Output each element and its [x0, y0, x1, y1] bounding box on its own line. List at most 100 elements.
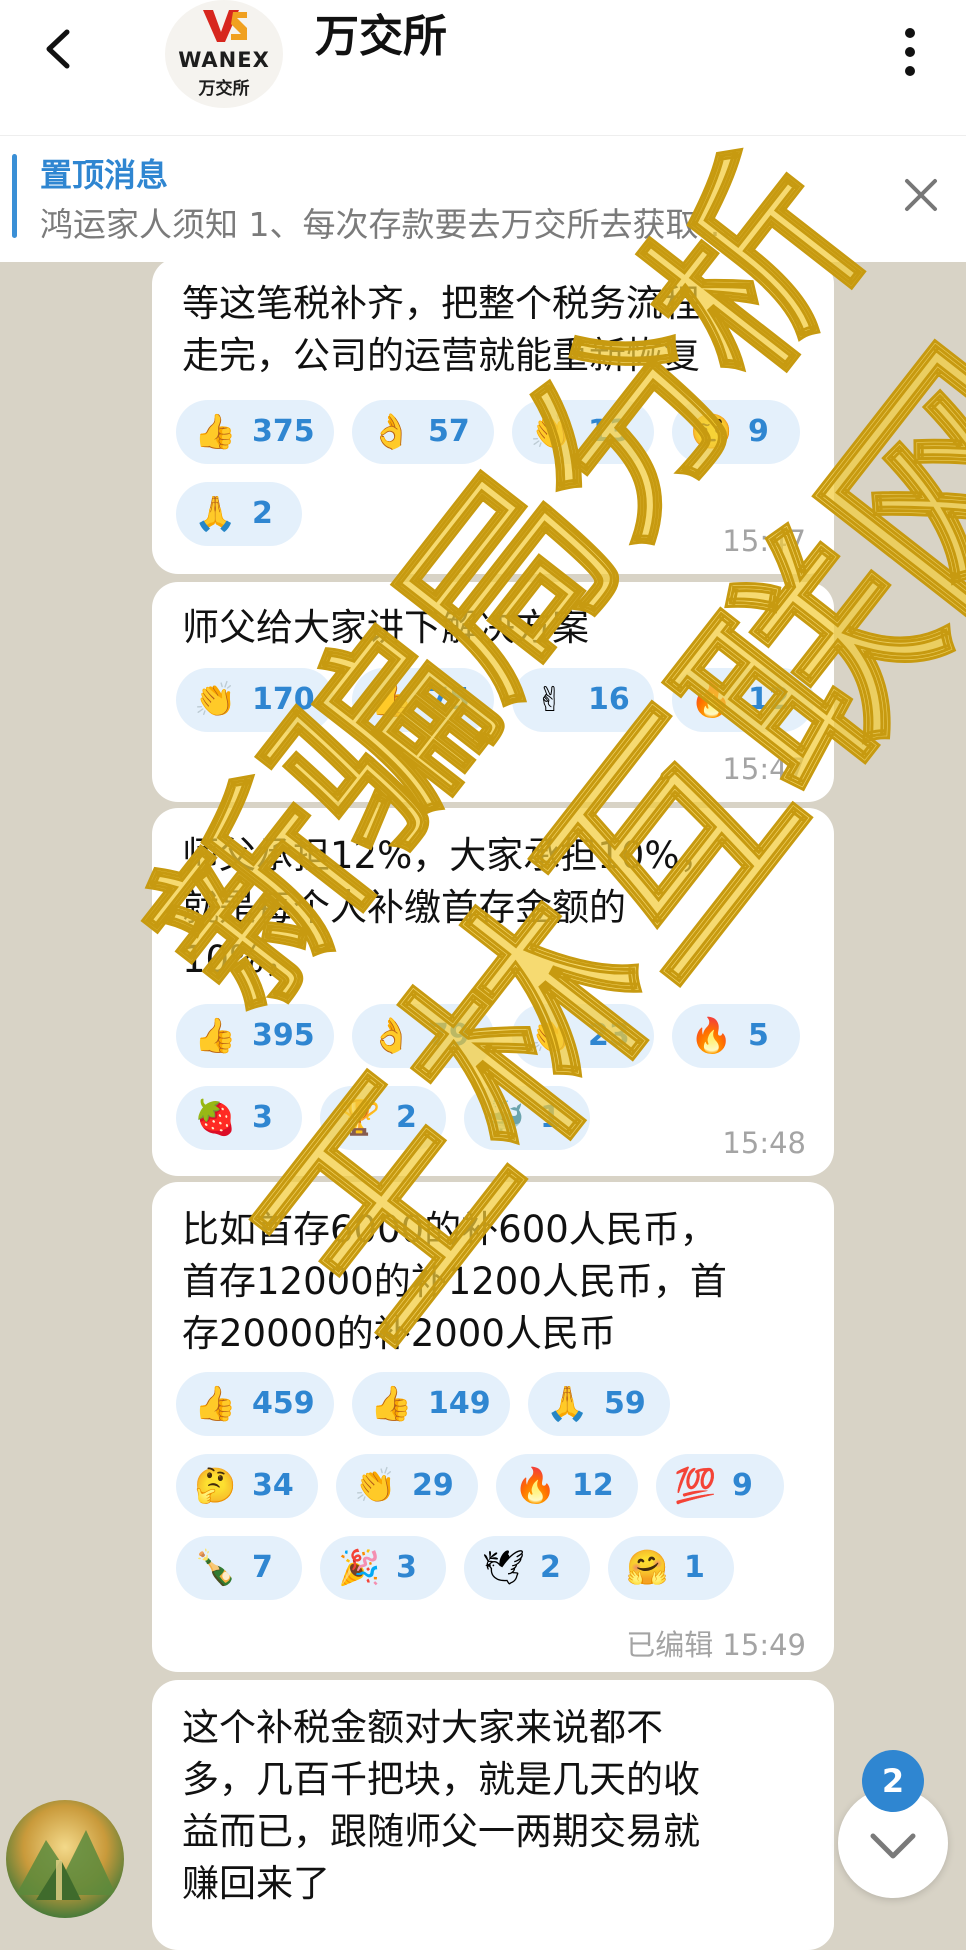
reaction-count: 9 [732, 1468, 753, 1503]
reaction-chip[interactable]: 👏 170 [176, 668, 334, 732]
reaction-count: 34 [252, 1468, 294, 1503]
fire-icon: 🔥 [690, 680, 733, 720]
message-time: 15:48 [722, 1126, 806, 1160]
message-time: 15:47 [722, 752, 806, 786]
message-bubble[interactable]: 等这笔税补齐，把整个税务流程 走完，公司的运营就能重新恢复 👍 375 👌 57… [152, 258, 834, 574]
reaction-count: 149 [428, 1386, 491, 1421]
message-text: 师父承担12%，大家承担10%， 就是每个人补缴首存金额的 10%， [182, 830, 822, 986]
reaction-count: 395 [252, 1018, 315, 1053]
reaction-count: 3 [396, 1550, 417, 1585]
thinking-face-icon: 🤔 [194, 1466, 237, 1506]
reaction-count: 9 [748, 414, 769, 449]
reaction-chip[interactable]: 👌 79 [352, 1004, 494, 1068]
landscape-avatar-icon [16, 1830, 116, 1900]
reaction-count: 57 [428, 414, 470, 449]
reaction-chip[interactable]: 🔥 5 [672, 1004, 800, 1068]
thumbs-up-icon: 👍 [194, 412, 237, 452]
reaction-count: 79 [428, 1018, 470, 1053]
unread-count-badge: 2 [862, 1750, 924, 1812]
more-menu-icon[interactable] [895, 25, 925, 80]
raised-eyebrow-icon: 🤨 [690, 412, 733, 452]
reaction-chip[interactable]: 👏 23 [512, 1004, 654, 1068]
message-line: 师父承担12%，大家承担10%， [182, 834, 717, 877]
reaction-chip[interactable]: 🤗 1 [608, 1536, 734, 1600]
fire-icon: 🔥 [514, 1466, 557, 1506]
reaction-chip[interactable]: 👏 13 [512, 400, 654, 464]
message-line: 多，几百千把块，就是几天的收 [182, 1758, 700, 1801]
reaction-chip[interactable]: 👍 375 [176, 400, 334, 464]
reaction-count: 3 [252, 1100, 273, 1135]
chat-title[interactable]: 万交所 [315, 0, 447, 64]
reaction-chip[interactable]: 🔥 12 [672, 668, 814, 732]
reaction-chip[interactable]: 🙏 59 [528, 1372, 670, 1436]
message-text: 师父给大家讲下解决方案 [182, 602, 822, 654]
logo-brand-cn-text: 万交所 [198, 79, 250, 99]
reaction-count: 2 [540, 1550, 561, 1585]
reaction-chip[interactable]: 🔥 12 [496, 1454, 638, 1518]
thumbs-up-icon: 👍 [370, 680, 413, 720]
reaction-chip[interactable]: 🤨 9 [672, 400, 800, 464]
clapping-hands-icon: 👏 [194, 680, 237, 720]
reaction-count: 13 [588, 414, 630, 449]
reaction-chip[interactable]: 👍 149 [352, 1372, 510, 1436]
logo-brand-text: WANEX [178, 48, 270, 72]
message-line: 走完，公司的运营就能重新恢复 [182, 334, 700, 377]
message-line: 师父给大家讲下解决方案 [182, 606, 589, 649]
reaction-chip[interactable]: 🍾 7 [176, 1536, 302, 1600]
clapping-hands-icon: 👏 [530, 1016, 573, 1056]
close-icon[interactable] [903, 177, 939, 213]
message-bubble[interactable]: 师父给大家讲下解决方案 👏 170 👍 75 ✌ 16 🔥 12 15:47 [152, 582, 834, 802]
pinned-text: 鸿运家人须知 1、每次存款要去万交所去获取… [40, 205, 732, 244]
back-arrow-icon[interactable] [35, 24, 85, 74]
reaction-chip[interactable]: 👏 29 [336, 1454, 478, 1518]
reaction-chip[interactable]: 🐳 1 [464, 1086, 590, 1150]
trophy-icon: 🏆 [338, 1098, 381, 1138]
ok-hand-icon: 👌 [370, 412, 413, 452]
reaction-chip[interactable]: 👍 459 [176, 1372, 334, 1436]
reaction-chip[interactable]: 🍓 3 [176, 1086, 302, 1150]
strawberry-icon: 🍓 [194, 1098, 237, 1138]
reaction-count: 2 [252, 496, 273, 531]
chat-avatar-logo[interactable]: WANEX 万交所 [165, 0, 283, 108]
reaction-chip[interactable]: 🎉 3 [320, 1536, 446, 1600]
hundred-points-icon: 💯 [674, 1466, 717, 1506]
reaction-count: 1 [540, 1100, 561, 1135]
reaction-chip[interactable]: 💯 9 [656, 1454, 784, 1518]
thumbs-up-icon: 👍 [194, 1016, 237, 1056]
reaction-chip[interactable]: 👌 57 [352, 400, 494, 464]
whale-icon: 🐳 [482, 1098, 525, 1138]
sender-avatar[interactable] [6, 1800, 124, 1918]
message-line: 赚回来了 [182, 1862, 330, 1905]
message-line: 就是每个人补缴首存金额的 [182, 886, 626, 929]
message-text: 这个补税金额对大家来说都不 多，几百千把块，就是几天的收 益而已，跟随师父一两期… [182, 1702, 822, 1910]
clapping-hands-icon: 👏 [530, 412, 573, 452]
reaction-chip[interactable]: 🏆 2 [320, 1086, 446, 1150]
hugging-face-icon: 🤗 [626, 1548, 669, 1588]
reaction-count: 12 [748, 682, 790, 717]
reaction-count: 170 [252, 682, 315, 717]
message-bubble[interactable]: 比如首存6000的补600人民币， 首存12000的补1200人民币，首 存20… [152, 1182, 834, 1672]
message-line: 等这笔税补齐，把整个税务流程 [182, 282, 700, 325]
pinned-label: 置顶消息 [40, 156, 169, 194]
edited-label: 已编辑 [626, 1628, 714, 1662]
reaction-chip[interactable]: ✌ 16 [512, 668, 654, 732]
champagne-icon: 🍾 [194, 1548, 237, 1588]
message-time-row: 已编辑 15:49 [626, 1622, 806, 1664]
reaction-count: 7 [252, 1550, 273, 1585]
reaction-count: 375 [252, 414, 315, 449]
reaction-chip[interactable]: 👍 75 [352, 668, 494, 732]
reaction-chip[interactable]: 🕊 2 [464, 1536, 590, 1600]
message-bubble[interactable]: 师父承担12%，大家承担10%， 就是每个人补缴首存金额的 10%， 👍 395… [152, 808, 834, 1176]
thumbs-up-icon: 👍 [194, 1384, 237, 1424]
message-line: 比如首存6000的补600人民币， [182, 1208, 717, 1251]
party-popper-icon: 🎉 [338, 1548, 381, 1588]
reaction-count: 5 [748, 1018, 769, 1053]
reaction-chip[interactable]: 🤔 34 [176, 1454, 318, 1518]
chat-header: WANEX 万交所 万交所 [0, 0, 966, 135]
pinned-message-bar[interactable]: 置顶消息 鸿运家人须知 1、每次存款要去万交所去获取… [0, 135, 966, 262]
reaction-chip[interactable]: 🙏 2 [176, 482, 302, 546]
message-bubble[interactable]: 这个补税金额对大家来说都不 多，几百千把块，就是几天的收 益而已，跟随师父一两期… [152, 1680, 834, 1950]
reaction-chip[interactable]: 👍 395 [176, 1004, 334, 1068]
clapping-hands-icon: 👏 [354, 1466, 397, 1506]
pinned-indicator [12, 154, 17, 238]
